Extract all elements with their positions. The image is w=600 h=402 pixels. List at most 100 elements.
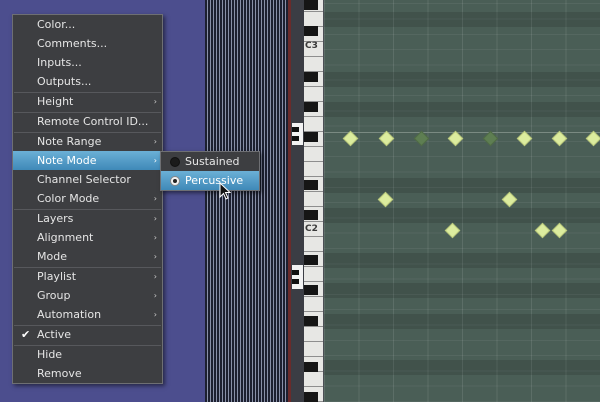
black-key[interactable] <box>304 392 318 402</box>
check-icon: ✔ <box>21 328 31 341</box>
radio-selected-icon <box>170 176 180 186</box>
grid-row-shade <box>324 72 600 87</box>
note-hit[interactable] <box>551 222 568 239</box>
menu-item-label: Automation <box>37 308 102 321</box>
menu-item-label: Note Range <box>37 135 102 148</box>
mini-keyboard[interactable] <box>291 0 304 402</box>
mini-black-key <box>292 279 299 284</box>
menu-item-remote-control-id[interactable]: Remote Control ID... <box>13 112 162 131</box>
white-key[interactable] <box>304 117 323 132</box>
chevron-right-icon: › <box>153 97 157 106</box>
black-key[interactable] <box>304 316 318 326</box>
menu-item-label: Mode <box>37 250 67 263</box>
menu-item-comments[interactable]: Comments... <box>13 34 162 53</box>
black-key[interactable] <box>304 132 318 142</box>
black-key[interactable] <box>304 72 318 82</box>
grid-row-shade <box>324 102 600 117</box>
menu-item-group[interactable]: Group › <box>13 286 162 305</box>
submenu-item-percussive[interactable]: Percussive <box>161 171 259 190</box>
menu-item-playlist[interactable]: Playlist › <box>13 267 162 286</box>
menu-item-label: Remote Control ID... <box>37 115 149 128</box>
piano-keyboard[interactable]: C3 C2 <box>304 0 324 402</box>
white-key[interactable] <box>304 87 323 102</box>
chevron-right-icon: › <box>153 214 157 223</box>
chevron-right-icon: › <box>153 137 157 146</box>
note-hit[interactable] <box>534 222 551 239</box>
menu-item-active[interactable]: ✔ Active <box>13 325 162 344</box>
note-hit[interactable] <box>342 130 359 147</box>
menu-item-color[interactable]: Color... <box>13 15 162 34</box>
menu-item-remove[interactable]: Remove <box>13 364 162 383</box>
black-key[interactable] <box>304 0 318 10</box>
menu-item-channel-selector[interactable]: Channel Selector <box>13 170 162 189</box>
menu-item-label: Channel Selector <box>37 173 131 186</box>
white-key[interactable] <box>304 162 323 177</box>
octave-label-c2: C2 <box>305 224 318 234</box>
white-key[interactable] <box>304 372 323 387</box>
menu-item-label: Note Mode <box>37 154 97 167</box>
submenu-item-label: Sustained <box>185 155 240 168</box>
note-hit[interactable] <box>516 130 533 147</box>
menu-item-hide[interactable]: Hide <box>13 345 162 364</box>
region-stripes <box>205 0 290 402</box>
mini-keyboard-octave <box>292 265 303 289</box>
black-key[interactable] <box>304 26 318 36</box>
white-key[interactable] <box>304 57 323 72</box>
note-grid[interactable] <box>324 0 600 402</box>
white-key[interactable] <box>304 297 323 312</box>
menu-item-label: Color... <box>37 18 76 31</box>
menu-item-note-range[interactable]: Note Range › <box>13 132 162 151</box>
white-key[interactable] <box>304 237 323 252</box>
menu-item-height[interactable]: Height › <box>13 92 162 111</box>
menu-item-note-mode[interactable]: Note Mode › <box>13 151 162 170</box>
menu-item-label: Active <box>37 328 72 341</box>
note-hit[interactable] <box>444 222 461 239</box>
note-mode-submenu: Sustained Percussive <box>160 151 260 191</box>
grid-row-shade <box>324 208 600 223</box>
black-key[interactable] <box>304 362 318 372</box>
radio-icon <box>170 157 180 167</box>
chevron-right-icon: › <box>153 272 157 281</box>
black-key[interactable] <box>304 180 318 190</box>
white-key[interactable] <box>304 192 323 207</box>
white-key[interactable] <box>304 12 323 27</box>
menu-item-automation[interactable]: Automation › <box>13 305 162 324</box>
menu-item-label: Outputs... <box>37 75 92 88</box>
black-key[interactable] <box>304 210 318 220</box>
note-hit[interactable] <box>378 130 395 147</box>
note-hit[interactable] <box>413 130 430 147</box>
menu-item-color-mode[interactable]: Color Mode › <box>13 189 162 208</box>
menu-item-layers[interactable]: Layers › <box>13 209 162 228</box>
chevron-right-icon: › <box>153 252 157 261</box>
white-key[interactable] <box>304 342 323 357</box>
black-key[interactable] <box>304 285 318 295</box>
white-key[interactable] <box>304 267 323 282</box>
octave-label-c3: C3 <box>305 41 318 51</box>
note-hit[interactable] <box>585 130 600 147</box>
menu-item-label: Layers <box>37 212 74 225</box>
menu-item-label: Comments... <box>37 37 108 50</box>
grid-row-shade <box>324 12 600 27</box>
white-key[interactable] <box>304 327 323 342</box>
menu-item-inputs[interactable]: Inputs... <box>13 53 162 72</box>
note-hit[interactable] <box>551 130 568 147</box>
grid-row-shade <box>324 360 600 375</box>
menu-item-label: Alignment <box>37 231 94 244</box>
note-hit[interactable] <box>377 191 394 208</box>
menu-item-label: Remove <box>37 367 82 380</box>
chevron-right-icon: › <box>153 233 157 242</box>
white-key[interactable] <box>304 147 323 162</box>
menu-item-alignment[interactable]: Alignment › <box>13 228 162 247</box>
submenu-item-sustained[interactable]: Sustained <box>161 152 259 171</box>
black-key[interactable] <box>304 255 318 265</box>
menu-item-mode[interactable]: Mode › <box>13 247 162 266</box>
black-key[interactable] <box>304 102 318 112</box>
mini-black-key <box>292 127 299 132</box>
note-hit[interactable] <box>501 191 518 208</box>
menu-item-outputs[interactable]: Outputs... <box>13 72 162 91</box>
note-hit[interactable] <box>447 130 464 147</box>
menu-item-label: Group <box>37 289 71 302</box>
note-hit[interactable] <box>482 130 499 147</box>
grid-row-shade <box>324 283 600 298</box>
menu-item-label: Playlist <box>37 270 77 283</box>
